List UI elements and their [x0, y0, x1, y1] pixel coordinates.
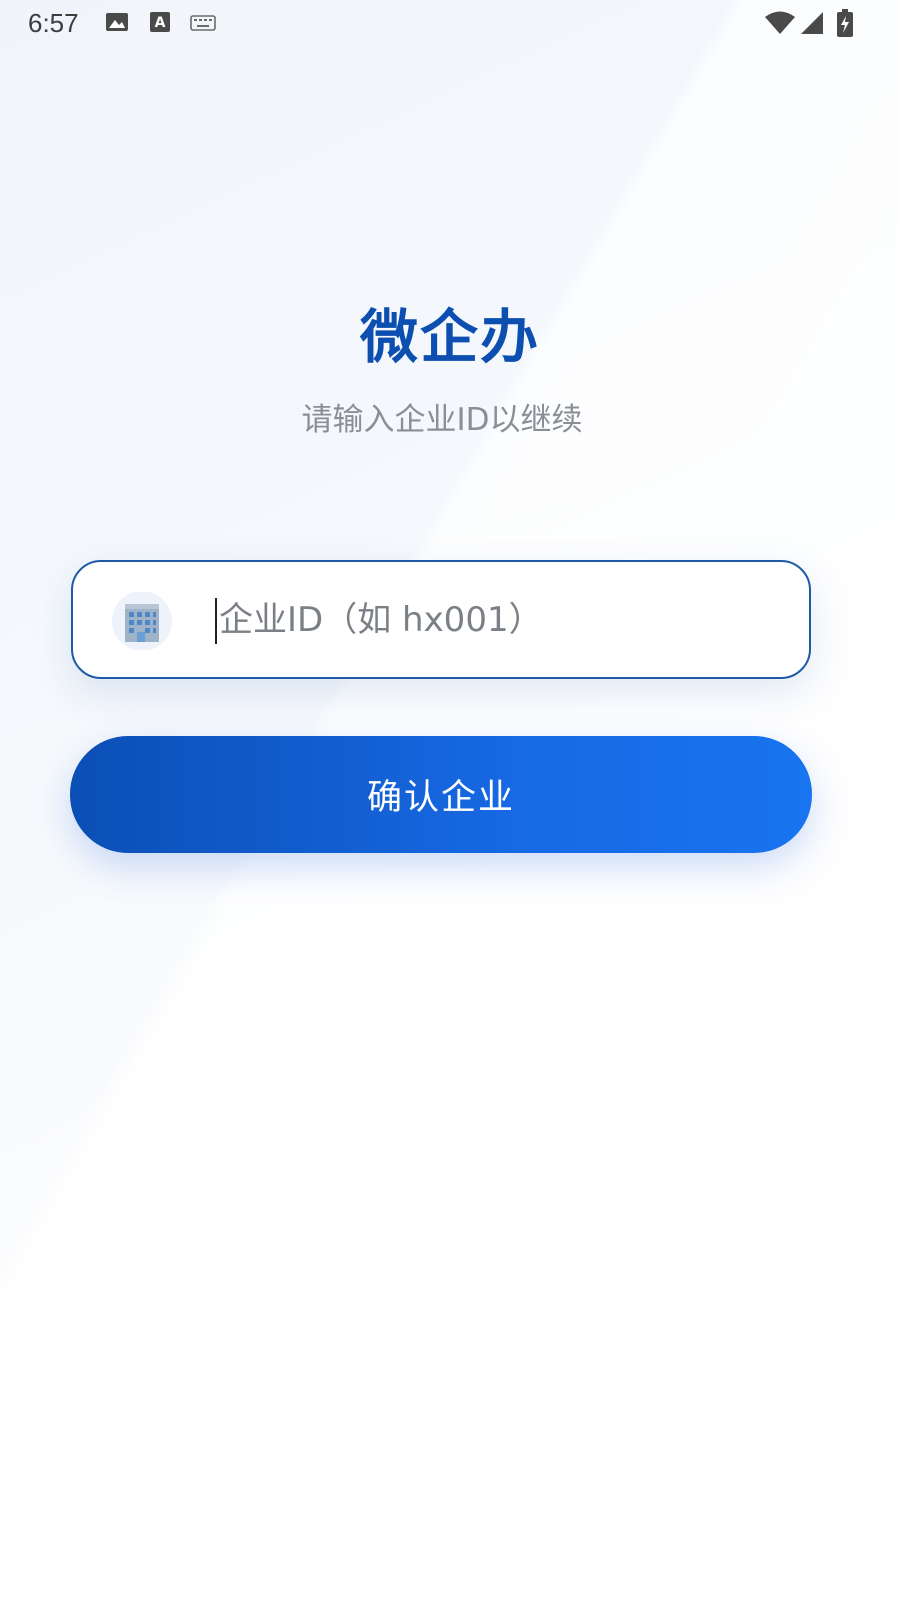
gallery-icon — [106, 13, 128, 31]
status-bar: 6:57 A — [0, 0, 900, 48]
enterprise-id-input[interactable] — [219, 582, 789, 658]
office-building-icon — [112, 592, 172, 650]
keyboard-icon — [190, 15, 216, 31]
app-subtitle: 请输入企业ID以继续 — [301, 402, 583, 438]
font-a-icon: A — [150, 12, 170, 32]
status-time: 6:57 — [28, 8, 79, 38]
battery-charging-icon — [837, 9, 853, 37]
cellular-signal-icon — [801, 12, 823, 34]
enterprise-id-field[interactable] — [71, 560, 811, 679]
wifi-icon — [765, 11, 795, 34]
svg-text:A: A — [155, 15, 166, 31]
text-cursor — [215, 598, 217, 644]
app-title: 微企办 — [359, 303, 540, 371]
confirm-enterprise-button[interactable]: 确认企业 — [70, 736, 812, 853]
